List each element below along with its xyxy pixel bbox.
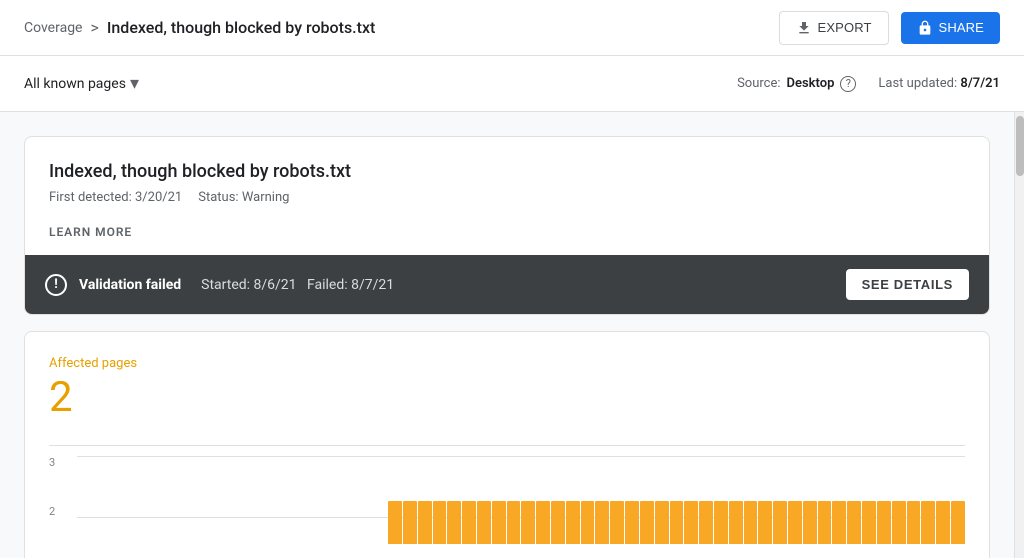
- content-area: Indexed, though blocked by robots.txt Fi…: [0, 112, 1014, 558]
- breadcrumb-separator: >: [90, 18, 98, 37]
- bar: [566, 501, 580, 544]
- bar: [892, 501, 906, 544]
- bar: [462, 501, 476, 544]
- bar: [744, 501, 758, 544]
- header-actions: EXPORT SHARE: [779, 11, 1000, 45]
- status: Status: Warning: [198, 190, 289, 205]
- last-updated-value: 8/7/21: [960, 76, 1000, 91]
- bar: [581, 501, 595, 544]
- validation-icon: !: [45, 274, 67, 296]
- affected-pages-card: Affected pages 2 3 2: [24, 331, 990, 558]
- bar: [907, 501, 921, 544]
- y-label-3: 3: [49, 456, 55, 469]
- toolbar-right: Source: Desktop ? Last updated: 8/7/21: [737, 76, 1000, 92]
- bar: [403, 501, 417, 544]
- breadcrumb-coverage[interactable]: Coverage: [24, 20, 82, 36]
- main-card: Indexed, though blocked by robots.txt Fi…: [24, 136, 990, 315]
- bar: [670, 501, 684, 544]
- first-detected: First detected: 3/20/21: [49, 190, 182, 205]
- card-title: Indexed, though blocked by robots.txt: [49, 161, 965, 182]
- bar: [773, 501, 787, 544]
- bar: [521, 501, 535, 544]
- bar: [551, 501, 565, 544]
- bar: [758, 501, 772, 544]
- last-updated-label: Last updated: 8/7/21: [878, 76, 1000, 91]
- chart-bars: [77, 454, 965, 544]
- bar: [951, 501, 965, 544]
- affected-pages-count: 2: [49, 375, 965, 421]
- bar: [595, 501, 609, 544]
- bar: [610, 501, 624, 544]
- export-button[interactable]: EXPORT: [779, 11, 889, 45]
- source-value: Desktop: [787, 76, 835, 91]
- card-meta: First detected: 3/20/21 Status: Warning: [49, 190, 965, 205]
- affected-pages-label: Affected pages: [49, 356, 965, 371]
- bar: [640, 501, 654, 544]
- bar: [877, 501, 891, 544]
- bar: [388, 501, 402, 544]
- source-label: Source:: [737, 76, 780, 91]
- lock-icon: [917, 20, 933, 36]
- bar: [936, 501, 950, 544]
- bar: [418, 501, 432, 544]
- breadcrumb-current-page: Indexed, though blocked by robots.txt: [107, 18, 375, 37]
- bar: [625, 501, 639, 544]
- bar: [832, 501, 846, 544]
- validation-left: ! Validation failed Started: 8/6/21 Fail…: [45, 274, 394, 296]
- bar: [655, 501, 669, 544]
- bar: [447, 501, 461, 544]
- filter-dropdown[interactable]: All known pages ▾: [24, 73, 139, 94]
- download-icon: [796, 20, 812, 36]
- filter-label: All known pages: [24, 76, 126, 92]
- bar: [862, 501, 876, 544]
- main-area: Indexed, though blocked by robots.txt Fi…: [0, 112, 1024, 558]
- chart-container: 3 2: [49, 454, 965, 544]
- bar: [699, 501, 713, 544]
- validation-dates: Started: 8/6/21 Failed: 8/7/21: [201, 277, 394, 293]
- toolbar: All known pages ▾ Source: Desktop ? Last…: [0, 56, 1024, 112]
- chevron-down-icon: ▾: [130, 73, 139, 94]
- bar: [788, 501, 802, 544]
- page-header: Coverage > Indexed, though blocked by ro…: [0, 0, 1024, 56]
- scrollbar-track[interactable]: [1014, 112, 1024, 558]
- scrollbar-thumb[interactable]: [1016, 116, 1024, 176]
- bar: [714, 501, 728, 544]
- share-button[interactable]: SHARE: [901, 12, 1000, 44]
- bar: [921, 501, 935, 544]
- bar: [803, 501, 817, 544]
- learn-more-link[interactable]: LEARN MORE: [49, 225, 965, 239]
- bar: [477, 501, 491, 544]
- breadcrumb: Coverage > Indexed, though blocked by ro…: [24, 18, 375, 37]
- bar: [492, 501, 506, 544]
- bar: [507, 501, 521, 544]
- bar: [433, 501, 447, 544]
- bar: [729, 501, 743, 544]
- y-label-2: 2: [49, 505, 55, 518]
- see-details-button[interactable]: SEE DETAILS: [846, 269, 969, 300]
- bar: [684, 501, 698, 544]
- chart-area: 3 2: [49, 445, 965, 544]
- validation-banner: ! Validation failed Started: 8/6/21 Fail…: [25, 255, 989, 314]
- bar: [847, 501, 861, 544]
- card-header: Indexed, though blocked by robots.txt Fi…: [25, 137, 989, 255]
- help-icon[interactable]: ?: [840, 76, 856, 92]
- bar: [818, 501, 832, 544]
- bar: [536, 501, 550, 544]
- validation-status: Validation failed: [79, 277, 181, 293]
